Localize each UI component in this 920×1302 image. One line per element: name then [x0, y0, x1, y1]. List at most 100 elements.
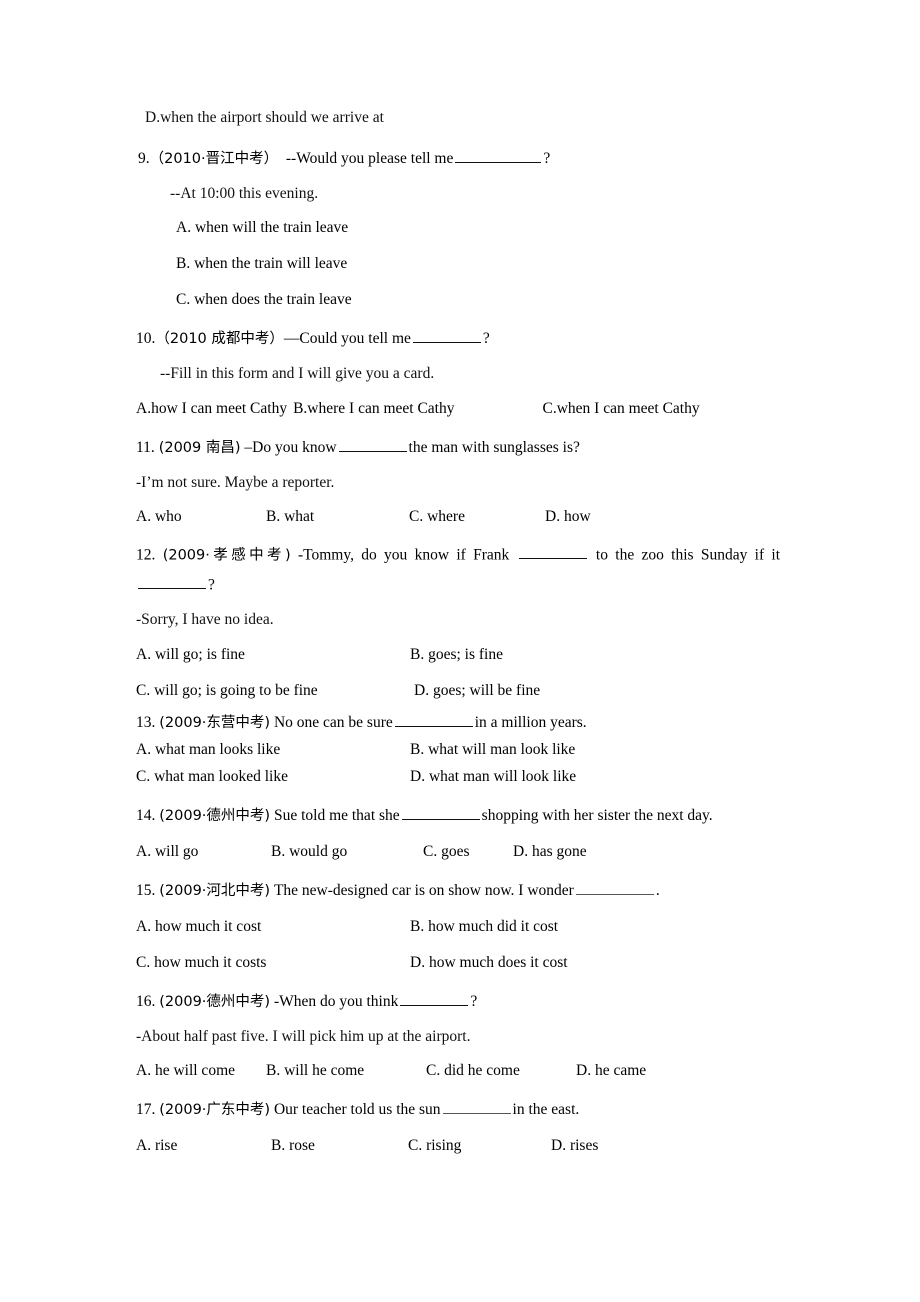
- question-10-option-c[interactable]: C.when I can meet Cathy: [543, 400, 700, 418]
- document-page: D.when the airport should we arrive at 9…: [0, 0, 920, 1302]
- question-9-option-c-text: C. when does the train leave: [176, 291, 352, 308]
- question-14-option-a[interactable]: A. will go: [136, 843, 271, 861]
- question-9-stem: 9.（2010·晋江中考） --Would you please tell me…: [138, 147, 782, 168]
- question-13-blank[interactable]: [394, 711, 473, 727]
- question-12-option-a[interactable]: A. will go; is fine: [136, 646, 410, 664]
- question-12-answer-text: -Sorry, I have no idea.: [136, 611, 274, 628]
- question-10-stem-before: —Could you tell me: [283, 330, 411, 347]
- question-12-stem: 12. (2009·孝感中考) -Tommy, do you know if F…: [136, 544, 780, 563]
- question-16-number: 16.: [136, 992, 156, 1010]
- question-17-option-a[interactable]: A. rise: [136, 1137, 271, 1155]
- question-16-options-row: A. he will come B. will he come C. did h…: [136, 1062, 782, 1080]
- question-9-stem-before: --Would you please tell me: [285, 149, 454, 167]
- question-16-stem: 16. (2009·德州中考) -When do you think?: [136, 990, 782, 1011]
- question-11-source: (2009 南昌): [158, 439, 241, 456]
- question-10-answer-text: --Fill in this form and I will give you …: [160, 365, 435, 382]
- question-17-option-c[interactable]: C. rising: [408, 1137, 551, 1155]
- question-13-option-d[interactable]: D. what man will look like: [410, 768, 576, 786]
- question-12-option-c[interactable]: C. will go; is going to be fine: [136, 682, 414, 700]
- question-9-blank[interactable]: [455, 147, 542, 163]
- question-9-number: 9.: [138, 149, 150, 167]
- question-9-source: （2010·晋江中考）: [149, 150, 279, 167]
- question-17-source: (2009·广东中考): [159, 1102, 271, 1118]
- question-16-answer: -About half past five. I will pick him u…: [136, 1027, 782, 1045]
- question-9-option-c[interactable]: C. when does the train leave: [138, 291, 782, 309]
- question-12-number: 12.: [136, 546, 156, 564]
- question-11-blank[interactable]: [338, 436, 407, 452]
- question-9-option-a[interactable]: A. when will the train leave: [138, 219, 782, 237]
- question-10-option-a[interactable]: A.how I can meet Cathy: [136, 400, 287, 418]
- question-12-option-d[interactable]: D. goes; will be fine: [414, 682, 540, 700]
- question-15-options-row-1: A. how much it cost B. how much did it c…: [136, 918, 782, 936]
- question-9-stem-after: ?: [543, 149, 551, 167]
- question-16-answer-text: -About half past five. I will pick him u…: [136, 1027, 471, 1045]
- question-15-option-c[interactable]: C. how much it costs: [136, 954, 410, 972]
- question-10-stem: 10.（2010 成都中考）—Could you tell me?: [136, 327, 782, 348]
- question-12-answer: -Sorry, I have no idea.: [136, 612, 782, 628]
- question-16-option-b[interactable]: B. will he come: [266, 1062, 426, 1080]
- question-17-blank[interactable]: [442, 1099, 511, 1114]
- question-13-stem-before: No one can be sure: [273, 713, 393, 731]
- question-14-blank[interactable]: [401, 804, 480, 820]
- question-12-blank-1[interactable]: [518, 544, 587, 560]
- question-9-option-b[interactable]: B. when the train will leave: [138, 255, 782, 273]
- question-14-stem-after: shopping with her sister the next day.: [481, 806, 713, 824]
- question-14-option-b[interactable]: B. would go: [271, 843, 423, 861]
- question-11-stem: 11. (2009 南昌) –Do you know the man with s…: [136, 436, 782, 457]
- question-16-option-c[interactable]: C. did he come: [426, 1062, 576, 1080]
- question-12-source: (2009·孝感中考): [162, 547, 291, 564]
- question-13-stem-after: in a million years.: [474, 713, 587, 731]
- question-15-number: 15.: [136, 881, 156, 899]
- question-14-option-c[interactable]: C. goes: [423, 843, 513, 861]
- question-15-option-a[interactable]: A. how much it cost: [136, 918, 410, 936]
- question-13-option-b[interactable]: B. what will man look like: [410, 741, 575, 759]
- question-10-option-b[interactable]: B.where I can meet Cathy: [293, 400, 454, 418]
- question-14-stem: 14. (2009·德州中考) Sue told me that she shop…: [136, 804, 782, 825]
- question-15-blank[interactable]: [575, 879, 654, 895]
- question-14-options-row: A. will go B. would go C. goes D. has go…: [136, 843, 782, 861]
- question-13-stem: 13. (2009·东营中考) No one can be sure in a m…: [136, 711, 782, 732]
- question-10-number: 10.: [136, 330, 156, 347]
- question-16-source: (2009·德州中考): [159, 993, 271, 1010]
- question-10-blank[interactable]: [412, 328, 481, 343]
- question-17-option-b[interactable]: B. rose: [271, 1137, 408, 1155]
- question-11-number: 11.: [136, 438, 155, 456]
- question-11-answer: -I’m not sure. Maybe a reporter.: [136, 474, 782, 491]
- question-9-answer: --At 10:00 this evening.: [138, 184, 782, 202]
- question-14-option-d[interactable]: D. has gone: [513, 843, 587, 861]
- question-17-stem: 17. (2009·广东中考) Our teacher told us the …: [136, 1098, 782, 1119]
- question-16-option-d[interactable]: D. he came: [576, 1062, 646, 1080]
- question-9-answer-text: --At 10:00 this evening.: [170, 184, 319, 202]
- question-16-stem-before: -When do you think: [273, 992, 399, 1010]
- question-16-option-a[interactable]: A. he will come: [136, 1062, 266, 1080]
- question-15-options-row-2: C. how much it costs D. how much does it…: [136, 954, 782, 972]
- question-13-options-row-1: A. what man looks like B. what will man …: [136, 741, 782, 759]
- question-11-option-d[interactable]: D. how: [545, 508, 591, 526]
- orphan-option-text: D.when the airport should we arrive at: [145, 109, 384, 126]
- question-15-stem-before: The new-designed car is on show now. I w…: [273, 881, 574, 899]
- question-13-option-a[interactable]: A. what man looks like: [136, 741, 410, 759]
- question-11-option-c[interactable]: C. where: [409, 508, 545, 526]
- question-15-stem: 15. (2009·河北中考) The new-designed car is …: [136, 879, 782, 900]
- orphan-option-line: D.when the airport should we arrive at: [138, 110, 782, 126]
- question-12-option-b[interactable]: B. goes; is fine: [410, 646, 503, 664]
- question-13-source: (2009·东营中考): [159, 714, 271, 731]
- question-14-stem-before: Sue told me that she: [273, 806, 400, 824]
- question-15-option-b[interactable]: B. how much did it cost: [410, 918, 558, 936]
- question-16-blank[interactable]: [400, 990, 469, 1006]
- question-17-option-d[interactable]: D. rises: [551, 1137, 598, 1155]
- question-17-stem-after: in the east.: [512, 1101, 580, 1118]
- question-9-option-b-text: B. when the train will leave: [176, 255, 348, 272]
- question-12-stem-continuation: ?: [136, 574, 780, 594]
- question-10-source: （2010 成都中考）: [155, 331, 284, 347]
- question-12-stem-after: ?: [208, 576, 215, 593]
- question-11-option-a[interactable]: A. who: [136, 508, 266, 526]
- question-15-option-d[interactable]: D. how much does it cost: [410, 954, 568, 972]
- question-12-blank-2[interactable]: [138, 574, 206, 589]
- question-10-options-row: A.how I can meet Cathy B.where I can mee…: [136, 400, 782, 418]
- question-13-option-c[interactable]: C. what man looked like: [136, 768, 410, 786]
- question-13-options-row-2: C. what man looked like D. what man will…: [136, 768, 782, 786]
- question-11-stem-after: the man with sunglasses is?: [408, 438, 580, 456]
- question-12-stem-before: -Tommy, do you know if Frank: [297, 546, 510, 564]
- question-11-option-b[interactable]: B. what: [266, 508, 409, 526]
